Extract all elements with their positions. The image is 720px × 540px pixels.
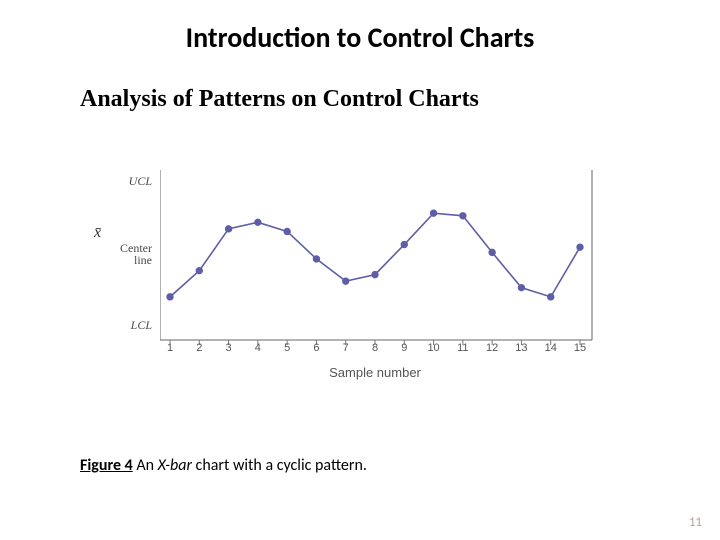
x-tick-label: 14 — [541, 342, 561, 354]
slide: Introduction to Control Charts Analysis … — [0, 0, 720, 540]
section-subtitle: Analysis of Patterns on Control Charts — [80, 86, 479, 113]
y-tick-ucl: UCL — [104, 174, 152, 189]
x-tick-label: 15 — [570, 342, 590, 354]
x-tick-label: 5 — [277, 342, 297, 354]
x-tick-label: 9 — [394, 342, 414, 354]
x-tick-label: 8 — [365, 342, 385, 354]
x-tick-label: 13 — [511, 342, 531, 354]
figure-description: An X-bar chart with a cyclic pattern. — [133, 456, 367, 475]
x-tick-label: 4 — [248, 342, 268, 354]
y-tick-lcl: LCL — [104, 318, 152, 333]
x-tick-label: 6 — [306, 342, 326, 354]
page-number: 11 — [689, 515, 702, 530]
x-axis-label: Sample number — [160, 365, 590, 380]
x-tick-label: 1 — [160, 342, 180, 354]
figure-label: Figure 4 — [80, 456, 133, 475]
control-chart: x̄ UCL Center line LCL 12345678910111213… — [100, 160, 620, 385]
x-tick-label: 7 — [336, 342, 356, 354]
figure-caption: Figure 4 An X-bar chart with a cyclic pa… — [80, 456, 367, 475]
x-tick-label: 12 — [482, 342, 502, 354]
x-ticks: 123456789101112131415 — [160, 342, 590, 360]
x-tick-label: 3 — [219, 342, 239, 354]
page-title: Introduction to Control Charts — [0, 20, 720, 55]
x-tick-label: 10 — [424, 342, 444, 354]
plot-svg — [160, 160, 610, 355]
x-tick-label: 11 — [453, 342, 473, 354]
x-tick-label: 2 — [189, 342, 209, 354]
y-axis-label: x̄ — [94, 224, 101, 242]
y-tick-center: Center line — [104, 242, 152, 266]
